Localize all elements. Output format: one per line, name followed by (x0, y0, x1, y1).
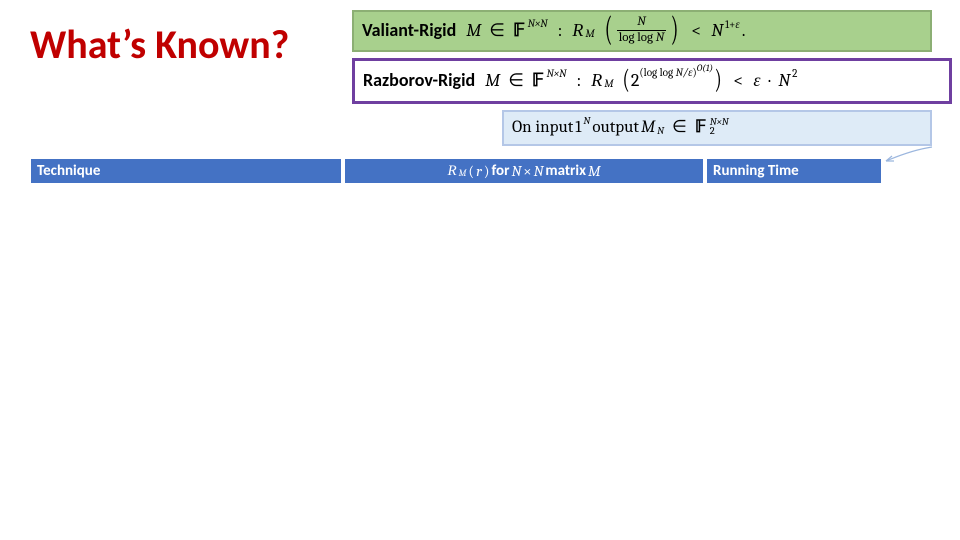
razborov-exp-sup: O(1) (697, 63, 713, 74)
razborov-exp-b: N/ε (676, 66, 693, 79)
valiant-rhs-exp-b: ε (735, 18, 739, 31)
razborov-N: N (778, 70, 790, 91)
input-output-box: On input 1 N output M N ∈ 𝔽 N×N 2 (502, 110, 932, 146)
razborov-Rsub: M (604, 77, 613, 90)
razborov-field: 𝔽 (532, 70, 545, 91)
input-field-scripts: N×N 2 (710, 118, 729, 137)
header-running-time: Running Time (706, 158, 882, 184)
header-rm-Rsub: M (459, 169, 467, 179)
input-field: 𝔽 (695, 117, 707, 137)
razborov-two: 2 (631, 70, 640, 91)
valiant-label: Valiant-Rigid (362, 19, 456, 41)
valiant-R: R (572, 20, 583, 41)
input-in: ∈ (672, 117, 687, 137)
razborov-exp: (log log N/ε)O(1) (639, 65, 713, 79)
header-rm-R: R (447, 163, 456, 180)
razborov-colon: : (576, 70, 581, 91)
razborov-sq: 2 (792, 67, 797, 80)
header-technique: Technique (30, 158, 342, 184)
input-a: On input (512, 118, 573, 137)
header-rm-rp: ) (484, 162, 490, 180)
input-Msub: N (657, 125, 664, 137)
razborov-M: M (485, 70, 500, 91)
valiant-NxN: N×N (528, 17, 548, 30)
header-rm-times: × (523, 162, 531, 180)
valiant-rigid-box: Valiant-Rigid M ∈ 𝔽 N×N : R M ( N log lo… (352, 10, 932, 52)
valiant-rhs-N: N (711, 20, 723, 41)
header-rm-N2: N (534, 162, 544, 180)
valiant-rhs-exp-a: 1+ (725, 18, 735, 31)
valiant-frac-den: log log N (617, 30, 667, 45)
valiant-colon: : (558, 20, 563, 41)
header-technique-label: Technique (37, 162, 100, 180)
input-one: 1 (575, 118, 581, 137)
header-rm-N1: N (511, 162, 521, 180)
header-running-time-label: Running Time (713, 162, 799, 180)
valiant-dot: . (742, 20, 746, 41)
header-rm-lp: ( (468, 162, 474, 180)
razborov-NxN: N×N (547, 67, 567, 80)
valiant-field: 𝔽 (513, 20, 526, 41)
slide-title: What’s Known? (30, 20, 289, 69)
valiant-frac-den-a: log log (619, 30, 656, 45)
slide: What’s Known? Valiant-Rigid M ∈ 𝔽 N×N : … (0, 0, 960, 540)
razborov-eps: ε (753, 70, 760, 91)
valiant-Rsub: M (585, 27, 594, 40)
valiant-M: M (466, 20, 481, 41)
razborov-cdot: · (768, 70, 770, 91)
razborov-R: R (591, 70, 602, 91)
razborov-rigid-box: Razborov-Rigid M ∈ 𝔽 N×N : R M ( 2 (log … (352, 58, 952, 104)
input-b: output (592, 118, 639, 137)
razborov-exp-a: (log log (639, 66, 675, 79)
input-oneexp: N (583, 115, 590, 127)
razborov-in: ∈ (508, 70, 524, 91)
valiant-frac-den-b: N (656, 30, 664, 45)
razborov-paren: ( 2 (log log N/ε)O(1) ) (621, 69, 724, 91)
input-fsub: 2 (710, 127, 729, 136)
valiant-rhs-exp: 1+ε (725, 17, 740, 31)
valiant-frac-num: N (635, 16, 647, 30)
valiant-in: ∈ (489, 20, 505, 41)
header-rm-for: for (492, 162, 510, 180)
valiant-paren: ( N log log N ) (602, 16, 682, 45)
valiant-frac: N log log N (617, 16, 667, 45)
header-rm: R M ( r ) for N × N matrix M (344, 158, 704, 184)
header-rm-matrix: matrix (545, 162, 586, 180)
connector-arrow-icon (882, 146, 934, 164)
razborov-lt: < (733, 70, 743, 91)
input-M: M (641, 118, 655, 137)
valiant-lt: < (691, 20, 701, 41)
header-rm-r: r (476, 162, 482, 180)
razborov-label: Razborov-Rigid (363, 69, 475, 91)
header-rm-M: M (588, 162, 601, 180)
